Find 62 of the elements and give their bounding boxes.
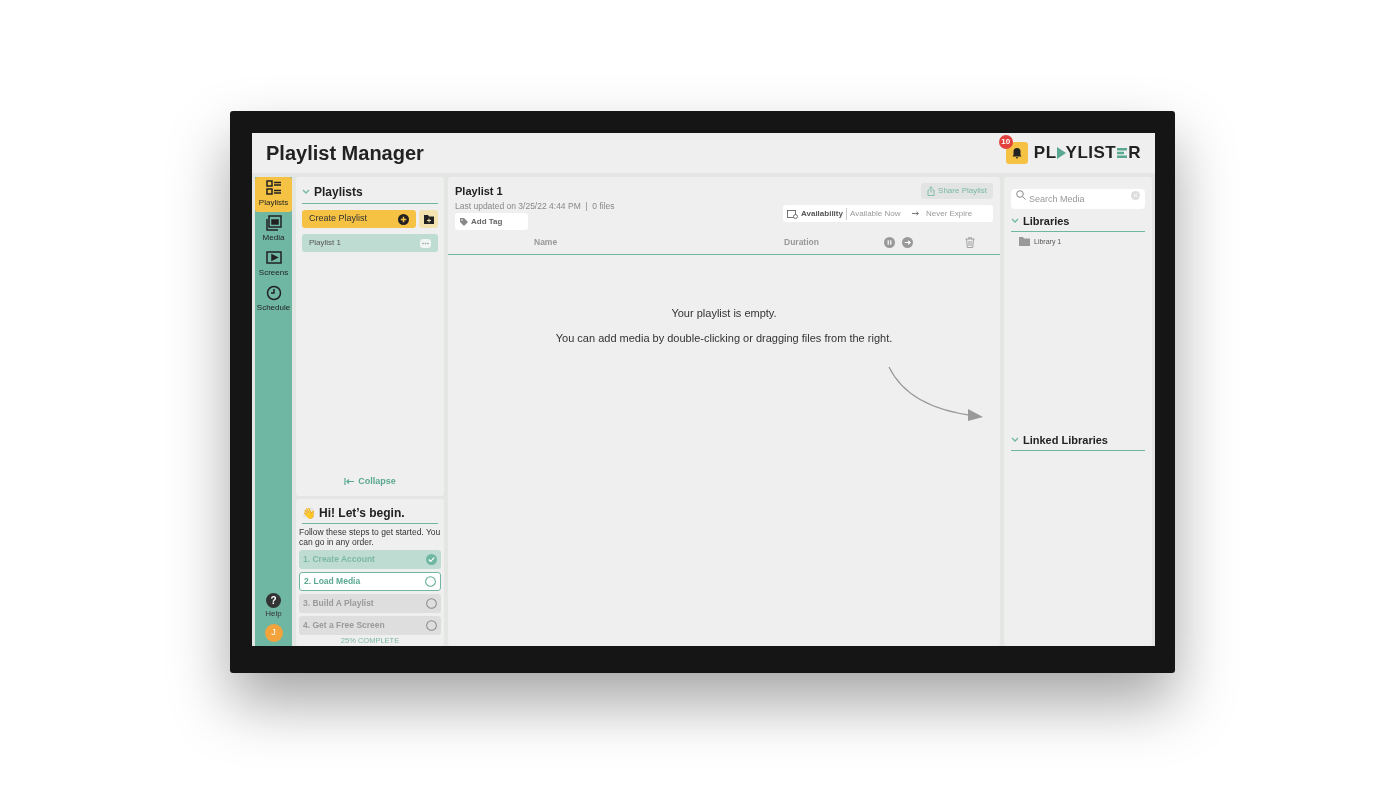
share-icon [927,186,936,196]
clear-icon[interactable] [1131,190,1140,200]
search-field[interactable]: Search Media [1011,189,1145,209]
availability-start: Available Now [849,207,902,220]
arrow-right-icon [911,211,920,216]
empty-circle-icon [426,598,437,609]
search-icon [1016,190,1026,200]
help-button[interactable]: ? Help [265,593,282,620]
availability-end: Never Expire [925,207,973,220]
check-circle-icon [426,554,437,565]
folder-icon [1019,237,1030,247]
arrow-circle-icon[interactable] [902,237,913,249]
more-icon[interactable] [420,238,431,248]
onboarding-title: Hi! Let’s begin. [319,505,405,522]
add-tag-button[interactable]: Add Tag [455,213,528,231]
chevron-down-icon[interactable] [1011,218,1019,225]
onboarding-intro: Follow these steps to get started. You can go in any order. [299,527,441,547]
create-playlist-button[interactable]: Create Playlist [302,210,416,228]
tag-icon [460,217,468,226]
clock-icon [265,285,282,301]
nav-item[interactable]: Playlists [255,177,292,212]
section-title: Linked Libraries [1023,433,1108,448]
nav-item[interactable]: Screens [255,247,292,282]
collapse-arrow-icon [344,477,356,485]
play-screen-icon [265,250,282,266]
empty-circle-icon [425,576,436,587]
empty-message: You can add media by double-clicking or dragging files from the right. [555,330,893,346]
empty-message: Your playlist is empty. [671,306,777,322]
playlist-item[interactable]: Playlist 1 [302,234,438,252]
curved-arrow-icon [888,366,984,422]
play-triangle-icon [1056,147,1066,159]
chevron-down-icon[interactable] [302,189,310,195]
chevron-down-icon[interactable] [1011,437,1019,444]
playlist-title: Playlist 1 [455,184,504,199]
column-header: Name [534,236,559,250]
availability-label: Availability [801,207,847,220]
logo-text: YLIST [1065,142,1117,165]
bell-icon [1010,147,1023,159]
notification-badge: 10 [998,135,1013,149]
bars-icon [1117,147,1128,159]
folder-plus-icon [423,214,434,224]
pause-circle-icon[interactable] [884,237,895,249]
list-icon [265,180,282,196]
nav-item[interactable]: Schedule [255,282,292,317]
logo-text: PL [1033,142,1057,165]
plus-circle-icon [398,213,409,225]
column-header: Duration [784,236,820,250]
media-icon [265,215,282,231]
page-title: Playlist Manager [266,141,424,166]
empty-circle-icon [426,620,437,631]
nav-item[interactable]: Media [255,212,292,247]
playlist-subtitle: Last updated on 3/25/22 4:44 PM | 0 files [455,199,615,213]
help-icon: ? [266,593,281,608]
new-folder-button[interactable] [419,210,438,228]
trash-icon[interactable] [965,237,975,249]
section-title: Libraries [1023,214,1070,229]
availability-bar[interactable]: Availability Available Now Never Expire [783,205,993,222]
wave-emoji: 👋 [302,505,316,521]
panel-title: Playlists [314,184,363,201]
calendar-check-icon [787,208,798,219]
bell-button[interactable] [1005,142,1028,164]
logo-text: R [1128,142,1141,165]
